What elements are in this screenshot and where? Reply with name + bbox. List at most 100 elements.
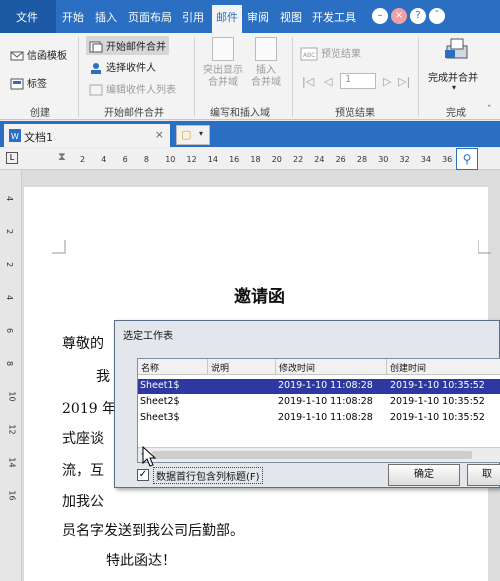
cancel-button[interactable]: 取 [467, 464, 500, 486]
ruler-tick-label: 2 [5, 261, 15, 268]
tab-developer[interactable]: 开发工具 [312, 9, 356, 25]
column-header-name[interactable]: 名称 [138, 359, 208, 375]
tab-view[interactable]: 视图 [280, 9, 302, 25]
finish-merge-button[interactable]: 完成并合并 [428, 69, 478, 84]
sheet-created: 2019-1-10 10:35:52 [390, 412, 485, 423]
tab-file[interactable]: 文件 [0, 0, 56, 33]
table-row[interactable]: Sheet1$ 2019-1-10 11:08:28 2019-1-10 10:… [138, 379, 500, 394]
column-header-description[interactable]: 说明 [208, 359, 276, 375]
document-line: 尊敬的 [62, 336, 104, 352]
new-document-button[interactable]: ▢ ▾ [176, 125, 210, 145]
dropdown-arrow-icon[interactable]: ▾ [452, 83, 456, 92]
select-recipients-button[interactable]: 选择收件人 [89, 59, 156, 74]
ruler-tick-label: 18 [250, 155, 261, 164]
record-number-input[interactable]: 1 [340, 73, 376, 89]
mail-merge-icon [89, 41, 103, 53]
envelope-template-button[interactable]: 信函模板 [10, 47, 67, 62]
document-line: 式座谈 [62, 431, 104, 447]
tab-home[interactable]: 开始 [62, 9, 84, 25]
ruler-tick-label: 6 [122, 155, 128, 164]
previous-record-icon[interactable]: ◁ [324, 75, 332, 88]
sheet-modified: 2019-1-10 11:08:28 [278, 396, 373, 407]
ruler-tick-label: 14 [207, 155, 218, 164]
highlight-fields-button[interactable]: 突出显示 合并域 [200, 65, 246, 89]
ruler-tick-label: 8 [5, 360, 15, 367]
chevron-down-icon: ▾ [199, 129, 204, 138]
indent-marker-icon[interactable]: ⧗ [58, 150, 66, 164]
document-line: 我 [96, 369, 110, 385]
ruler-tick-label: 14 [7, 457, 17, 468]
ruler-tick-label: 16 [7, 490, 17, 501]
ruler-tick-label: 8 [143, 155, 149, 164]
column-header-modified[interactable]: 修改时间 [276, 359, 387, 375]
svg-text:W: W [11, 132, 19, 141]
ruler-tick-label: 16 [229, 155, 240, 164]
location-pin-icon[interactable]: ⚲ [456, 148, 478, 170]
finish-merge-icon [445, 38, 468, 59]
recipients-icon [91, 63, 101, 74]
group-label-finish: 完成 [446, 108, 466, 119]
sheet-created: 2019-1-10 10:35:52 [390, 396, 485, 407]
sheet-modified: 2019-1-10 11:08:28 [278, 380, 373, 391]
next-record-icon[interactable]: ▷ [383, 75, 391, 88]
last-record-icon[interactable]: ▷| [398, 75, 410, 88]
sheet-created: 2019-1-10 10:35:52 [390, 380, 485, 391]
ruler-tick-label: 4 [5, 195, 15, 202]
preview-abc-icon: ABC [300, 47, 318, 61]
new-document-icon: ▢ [181, 128, 192, 141]
first-row-header-label[interactable]: 数据首行包含列标题(F) [153, 467, 263, 484]
tab-stop-selector-icon[interactable]: L [6, 152, 18, 164]
envelope-icon [10, 51, 24, 61]
ruler-tick-label: 12 [7, 424, 17, 435]
ok-button[interactable]: 确定 [388, 464, 460, 486]
table-row[interactable]: Sheet3$ 2019-1-10 11:08:28 2019-1-10 10:… [138, 411, 500, 426]
select-table-dialog[interactable]: 选定工作表 名称 说明 修改时间 创建时间 Sheet1$ 2019-1-10 … [114, 320, 500, 488]
collapse-ribbon-icon[interactable]: ˆ [487, 105, 492, 115]
first-row-header-checkbox[interactable]: ✓ [137, 469, 149, 481]
first-record-icon[interactable]: |◁ [302, 75, 314, 88]
column-header-created[interactable]: 创建时间 [387, 359, 500, 375]
ribbon-toggle-icon[interactable]: ˆ [429, 8, 445, 24]
labels-button[interactable]: 标签 [10, 75, 47, 90]
ruler-tick-label: 4 [5, 294, 15, 301]
table-row[interactable]: Sheet2$ 2019-1-10 11:08:28 2019-1-10 10:… [138, 395, 500, 410]
tab-mailings[interactable]: 邮件 [212, 5, 242, 33]
preview-results-button[interactable]: ABC 预览结果 [300, 45, 361, 61]
dialog-title: 选定工作表 [123, 331, 173, 342]
vertical-ruler[interactable]: 4 2 2 4 6 8 10 12 14 16 [0, 170, 22, 581]
close-tab-icon[interactable]: × [155, 128, 164, 141]
insert-field-button[interactable]: 插入 合并域 [246, 65, 286, 89]
sheet-list[interactable]: 名称 说明 修改时间 创建时间 Sheet1$ 2019-1-10 11:08:… [137, 358, 500, 463]
scrollbar-thumb[interactable] [152, 451, 472, 459]
help-icon[interactable]: ? [410, 8, 426, 24]
ruler-tick-label: 28 [356, 155, 368, 164]
sheet-name: Sheet2$ [140, 396, 180, 407]
document-tab[interactable]: W 文档1 × [4, 124, 170, 147]
ruler-tick-label: 12 [186, 155, 197, 164]
minimize-icon[interactable]: – [372, 8, 388, 24]
ruler-tick-label: 2 [5, 228, 15, 235]
start-mail-merge-button[interactable]: 开始邮件合并 [86, 36, 169, 55]
group-label-create: 创建 [30, 108, 50, 119]
group-label-start-merge: 开始邮件合并 [104, 108, 164, 119]
tab-insert[interactable]: 插入 [95, 9, 117, 25]
edit-recipients-button[interactable]: 编辑收件人列表 [89, 81, 176, 96]
document-line: 特此函达！ [106, 553, 176, 569]
label-icon [10, 78, 24, 90]
ruler-tick-label: 36 [442, 155, 453, 164]
ruler-tick-label: 20 [271, 155, 282, 164]
horizontal-ruler[interactable]: L ⧗ 2 4 6 8 10 12 14 16 18 20 22 24 26 28 30 32 34 36 ⚲ [0, 148, 500, 170]
ruler-tick-label: 2 [80, 155, 86, 164]
sheet-name: Sheet3$ [140, 412, 180, 423]
close-icon[interactable]: × [391, 8, 407, 24]
tab-page-layout[interactable]: 页面布局 [128, 9, 172, 25]
document-line: 流，互 [62, 463, 104, 479]
tab-references[interactable]: 引用 [182, 9, 204, 25]
horizontal-scrollbar[interactable]: ◂ [138, 447, 500, 462]
ruler-tick-label: 32 [399, 155, 410, 164]
margin-corner-mark [52, 240, 66, 254]
tab-review[interactable]: 审阅 [247, 9, 269, 25]
group-label-preview: 预览结果 [335, 108, 375, 119]
ruler-tick-label: 22 [293, 155, 304, 164]
ribbon-separator [194, 37, 195, 117]
